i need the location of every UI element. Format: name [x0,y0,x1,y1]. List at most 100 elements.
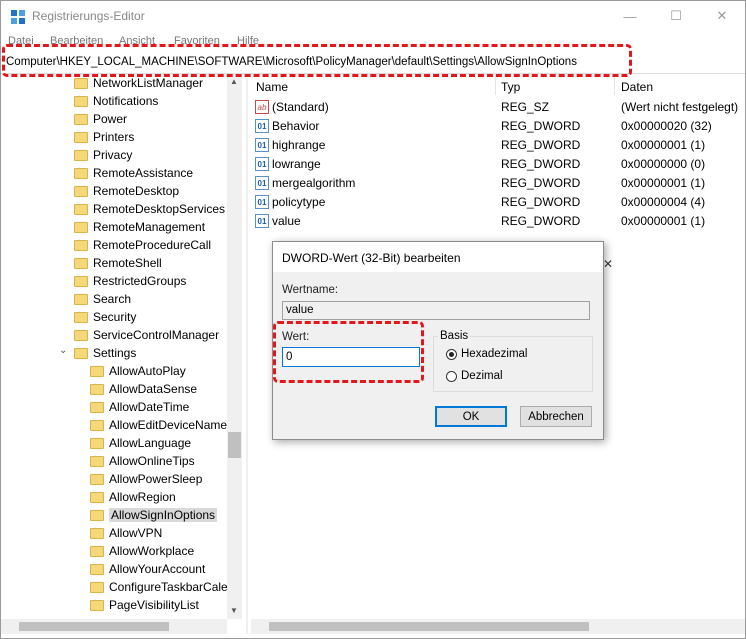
column-header-type[interactable]: Typ [501,80,520,94]
decimal-label: Dezimal [461,370,503,382]
ok-button[interactable]: OK [435,406,507,427]
value-row[interactable]: 01 lowrange REG_DWORD 0x00000000 (0) [251,155,745,174]
tree-scroll-thumb[interactable] [228,432,241,458]
menu-favorites[interactable]: Favoriten [174,35,220,47]
tree-item[interactable]: Settings [74,344,136,362]
tree-item[interactable]: AllowDataSense [90,380,197,398]
tree-item[interactable]: ConfigureTaskbarCalendar [90,578,242,596]
tree-horizontal-scrollbar[interactable] [1,619,227,634]
tree-item[interactable]: AllowAutoPlay [90,362,186,380]
scroll-up-icon[interactable]: ▲ [230,77,238,86]
menu-view[interactable]: Ansicht [119,35,155,47]
tree-item[interactable]: Search [74,290,131,308]
tree-item-label: Power [93,112,128,126]
menu-file[interactable]: Datei [8,35,34,47]
tree-item[interactable]: AllowDateTime [90,398,189,416]
address-bar[interactable]: Computer\HKEY_LOCAL_MACHINE\SOFTWARE\Mic… [1,51,745,74]
edit-dword-dialog: DWORD-Wert (32-Bit) bearbeiten ✕ Wertnam… [272,241,613,440]
value-data-label: Wert: [282,331,310,343]
dword-value-icon: 01 [255,195,269,209]
minimize-button[interactable]: — [607,4,653,28]
tree-item[interactable]: AllowLanguage [90,434,191,452]
folder-icon [90,401,104,413]
column-header-name[interactable]: Name [256,80,288,94]
tree-item[interactable]: Printers [74,128,134,146]
value-row[interactable]: ab (Standard) REG_SZ (Wert nicht festgelegt… [251,98,745,117]
tree-item[interactable]: AllowSignInOptions [90,506,218,524]
tree-item[interactable]: RestrictedGroups [74,272,186,290]
tree-item[interactable]: AllowVPN [90,524,162,542]
radio-decimal[interactable]: Dezimal [446,370,503,382]
tree-item[interactable]: RemoteDesktop [74,182,179,200]
folder-icon [90,599,104,611]
cell-name: (Standard) [272,100,329,114]
tree-item[interactable]: NetworkListManager [74,74,203,92]
tree-item[interactable]: AllowEditDeviceName [90,416,227,434]
tree-item-label: AllowRegion [109,490,176,504]
pane-splitter[interactable] [246,74,248,634]
tree-item[interactable]: RemoteProcedureCall [74,236,211,254]
folder-icon [90,509,104,521]
value-row[interactable]: 01 highrange REG_DWORD 0x00000001 (1) [251,136,745,155]
menu-edit[interactable]: Bearbeiten [50,35,103,47]
tree-item-label: RemoteProcedureCall [93,238,212,252]
scroll-down-icon[interactable]: ▼ [230,606,238,615]
cell-type: REG_SZ [501,100,550,114]
tree-item[interactable]: AllowRegion [90,488,176,506]
radio-selected-icon[interactable] [446,348,457,360]
tree-item[interactable]: AllowWorkplace [90,542,194,560]
cell-type: REG_DWORD [501,176,581,190]
chevron-down-icon[interactable]: ⌄ [59,345,67,356]
radio-unselected-icon[interactable] [446,370,457,382]
list-hscroll-thumb[interactable] [269,622,589,631]
close-button[interactable]: ✕ [699,4,745,28]
cell-type: REG_DWORD [501,214,581,228]
tree-item-label: AllowDateTime [109,400,190,414]
tree-hscroll-thumb[interactable] [19,622,169,631]
tree-item[interactable]: ServiceControlManager [74,326,219,344]
column-divider[interactable] [495,77,496,95]
tree-item[interactable]: AllowPowerSleep [90,470,202,488]
column-divider[interactable] [614,77,615,95]
tree-item-label: ServiceControlManager [93,328,220,342]
menu-bar: Datei Bearbeiten Ansicht Favoriten Hilfe [1,32,745,50]
radio-hexadecimal[interactable]: Hexadezimal [446,348,527,360]
tree-item-label: Notifications [93,94,159,108]
folder-icon [90,419,104,431]
value-row[interactable]: 01 value REG_DWORD 0x00000001 (1) [251,212,745,231]
folder-icon [74,167,88,179]
value-data-input[interactable] [282,347,420,367]
cancel-button[interactable]: Abbrechen [520,406,592,427]
tree-item[interactable]: AllowYourAccount [90,560,205,578]
cell-type: REG_DWORD [501,157,581,171]
cell-name: highrange [272,138,326,152]
value-row[interactable]: 01 Behavior REG_DWORD 0x00000020 (32) [251,117,745,136]
folder-icon [90,437,104,449]
tree-item[interactable]: AllowOnlineTips [90,452,195,470]
tree-item[interactable]: Notifications [74,92,158,110]
list-horizontal-scrollbar[interactable] [251,619,745,634]
tree-item[interactable]: RemoteShell [74,254,162,272]
value-row[interactable]: 01 policytype REG_DWORD 0x00000004 (4) [251,193,745,212]
tree-item-label: Security [93,310,137,324]
tree-item[interactable]: Privacy [74,146,132,164]
menu-help[interactable]: Hilfe [237,35,259,47]
tree-item[interactable]: RemoteAssistance [74,164,193,182]
tree-item[interactable]: RemoteManagement [74,218,205,236]
folder-icon [74,329,88,341]
tree-item[interactable]: Power [74,110,127,128]
folder-icon [74,77,88,89]
tree-vertical-scrollbar[interactable]: ▲ ▼ [227,74,242,619]
cell-data: (Wert nicht festgelegt) [621,100,739,114]
tree-item[interactable]: Security [74,308,136,326]
dword-value-icon: 01 [255,119,269,133]
address-path[interactable]: Computer\HKEY_LOCAL_MACHINE\SOFTWARE\Mic… [6,56,577,68]
column-header-data[interactable]: Daten [621,80,653,94]
tree-item[interactable]: RemoteDesktopServices [74,200,225,218]
maximize-button[interactable]: ☐ [653,4,699,28]
tree-item[interactable]: PageVisibilityList [90,596,199,614]
dword-value-icon: 01 [255,214,269,228]
tree-item-label: AllowYourAccount [109,562,206,576]
value-row[interactable]: 01 mergealgorithm REG_DWORD 0x00000001 (1) [251,174,745,193]
cell-data: 0x00000001 (1) [621,138,706,152]
